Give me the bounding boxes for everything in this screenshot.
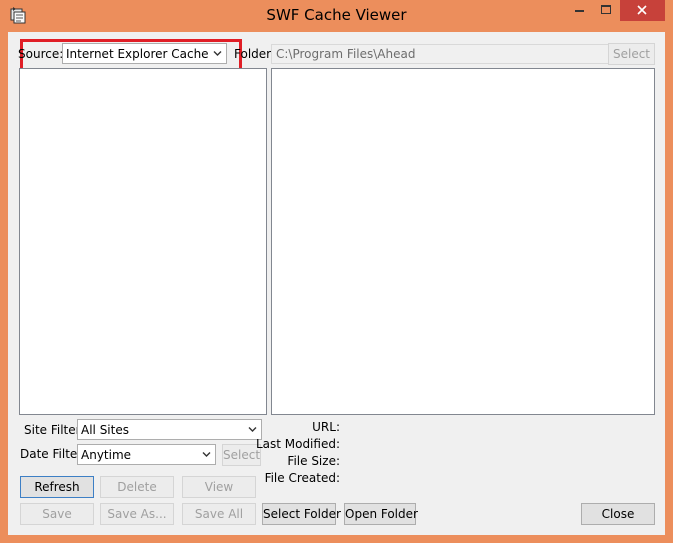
site-filter-label: Site Filter: — [24, 423, 85, 437]
file-size-label: File Size: — [287, 454, 340, 468]
delete-button[interactable]: Delete — [100, 476, 174, 498]
close-icon — [637, 5, 647, 15]
last-modified-label: Last Modified: — [255, 437, 340, 451]
date-filter-dropdown[interactable]: Anytime — [77, 444, 216, 465]
files-list-panel[interactable] — [271, 68, 655, 415]
chevron-down-icon — [202, 452, 211, 457]
window-close-button[interactable] — [620, 0, 665, 21]
folder-path-field[interactable]: C:\Program Files\Ahead — [271, 44, 610, 64]
title-bar: SWF Cache Viewer — [0, 0, 673, 32]
app-window: SWF Cache Viewer Source: Internet Explor… — [0, 0, 673, 543]
folder-select-button[interactable]: Select — [608, 43, 655, 65]
source-dropdown[interactable]: Internet Explorer Cache — [62, 43, 227, 64]
view-button[interactable]: View — [182, 476, 256, 498]
save-all-button[interactable]: Save All — [182, 503, 256, 525]
site-filter-value: All Sites — [81, 423, 129, 437]
select-folder-button[interactable]: Select Folder — [262, 503, 341, 525]
chevron-down-icon — [213, 51, 222, 56]
source-value: Internet Explorer Cache — [66, 47, 209, 61]
maximize-icon — [601, 5, 611, 14]
minimize-button[interactable] — [566, 0, 592, 21]
open-folder-button[interactable]: Open Folder — [344, 503, 418, 525]
url-label: URL: — [312, 420, 340, 434]
minimize-icon — [575, 10, 584, 12]
save-button[interactable]: Save — [20, 503, 94, 525]
save-as-button[interactable]: Save As... — [100, 503, 174, 525]
close-button[interactable]: Close — [581, 503, 655, 525]
source-label: Source: — [18, 47, 64, 61]
client-area: Source: Internet Explorer Cache Folder: … — [8, 32, 665, 535]
folder-label: Folder: — [234, 47, 275, 61]
sites-list-panel[interactable] — [19, 68, 267, 415]
maximize-button[interactable] — [592, 0, 620, 21]
refresh-button[interactable]: Refresh — [20, 476, 94, 498]
date-filter-value: Anytime — [81, 448, 132, 462]
